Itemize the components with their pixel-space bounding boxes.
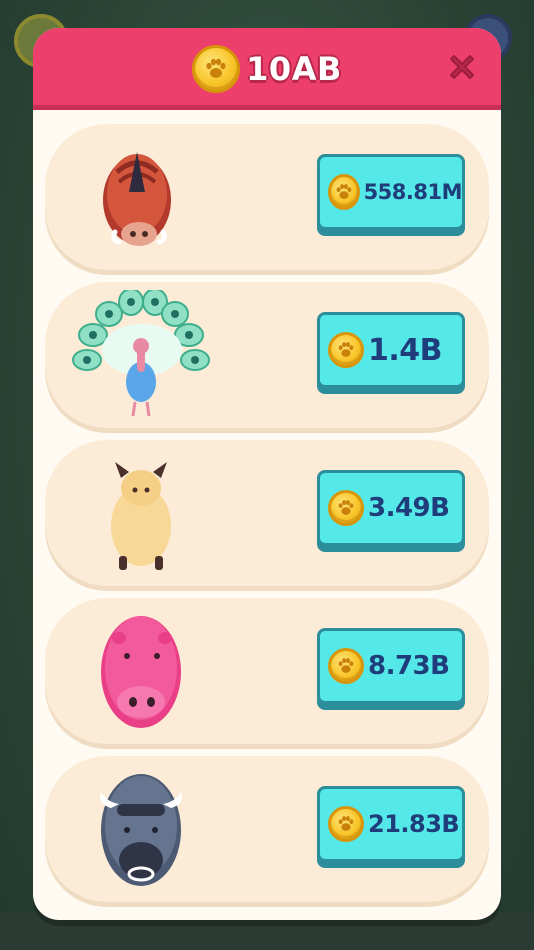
- shop-modal: 10AB 558.81M 1.4B 3.49B 8.73B 21.83B: [33, 28, 501, 920]
- list-item-peacock: 1.4B: [45, 282, 489, 428]
- paw-coin-icon: [192, 45, 241, 93]
- llama-image: [67, 448, 217, 578]
- list-item-buffalo: 21.83B: [45, 756, 489, 902]
- buy-peacock-button[interactable]: 1.4B: [317, 312, 465, 388]
- price-label: 1.4B: [368, 332, 443, 368]
- buy-llama-button[interactable]: 3.49B: [317, 470, 465, 546]
- total-currency: 10AB: [33, 42, 501, 96]
- buy-hippo-button[interactable]: 8.73B: [317, 628, 465, 704]
- paw-coin-icon: [328, 648, 364, 684]
- hippo-image: [67, 606, 217, 736]
- list-item-hippo: 8.73B: [45, 598, 489, 744]
- buy-buffalo-button[interactable]: 21.83B: [317, 786, 465, 862]
- close-icon: [450, 55, 474, 79]
- price-label: 8.73B: [368, 651, 450, 681]
- peacock-image: [67, 288, 217, 420]
- list-item-llama: 3.49B: [45, 440, 489, 586]
- list-item-boar: 558.81M: [45, 124, 489, 270]
- animal-list: 558.81M 1.4B 3.49B 8.73B 21.83B: [45, 124, 489, 920]
- price-label: 21.83B: [368, 810, 460, 838]
- buy-boar-button[interactable]: 558.81M: [317, 154, 465, 230]
- price-label: 558.81M: [363, 180, 463, 204]
- paw-coin-icon: [328, 490, 364, 526]
- paw-coin-icon: [328, 806, 364, 842]
- boar-image: [67, 132, 217, 262]
- modal-header: 10AB: [33, 28, 501, 110]
- total-amount: 10AB: [246, 50, 342, 88]
- paw-coin-icon: [328, 332, 364, 368]
- close-button[interactable]: [445, 50, 479, 84]
- buffalo-image: [67, 764, 217, 894]
- price-label: 3.49B: [368, 493, 450, 523]
- paw-coin-icon: [328, 174, 360, 210]
